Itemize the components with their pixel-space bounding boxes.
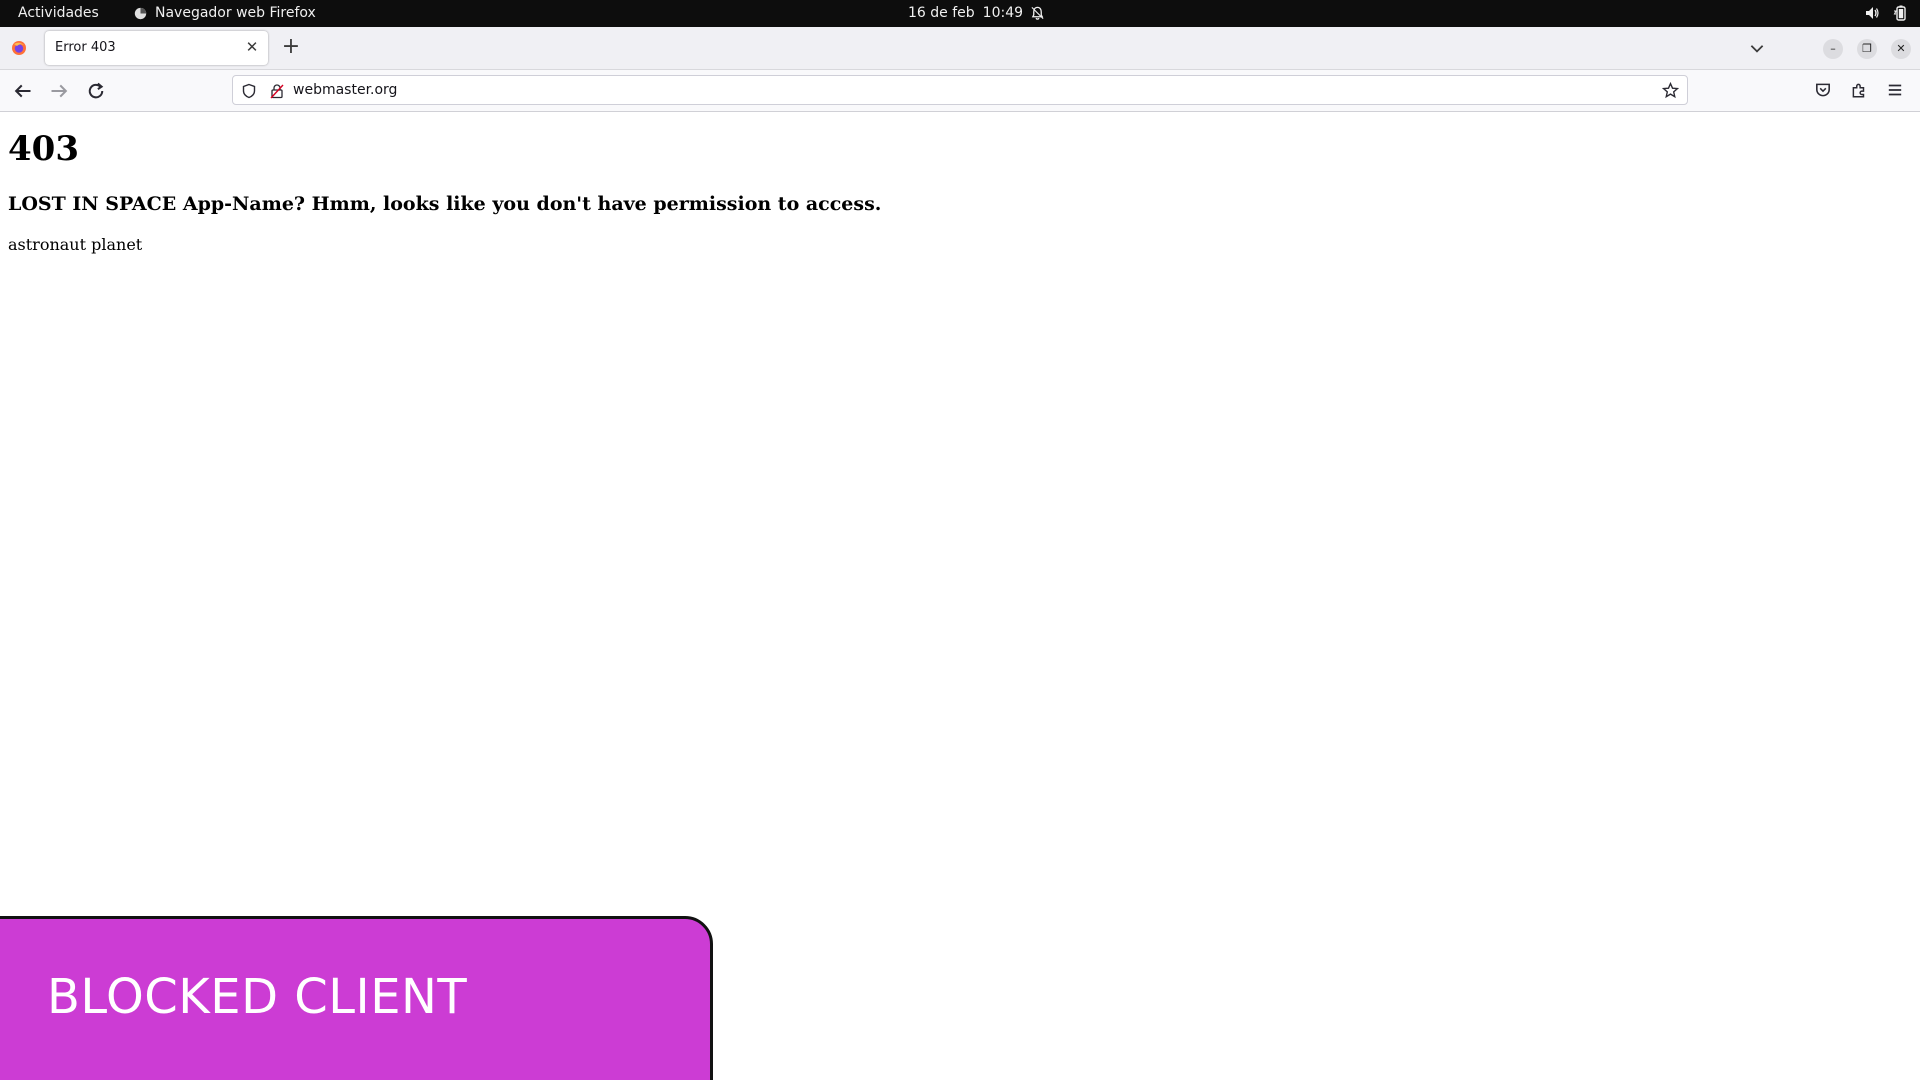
extensions-puzzle-icon[interactable] — [1850, 81, 1868, 99]
bookmark-star-icon[interactable] — [1662, 82, 1679, 99]
clock-date: 16 de feb — [908, 5, 975, 21]
tab-title: Error 403 — [55, 40, 116, 55]
address-bar[interactable]: webmaster.org — [232, 75, 1688, 105]
list-all-tabs-chevron-icon[interactable] — [1748, 39, 1766, 57]
app-menu-label: Navegador web Firefox — [155, 5, 316, 21]
clock-time: 10:49 — [982, 5, 1024, 21]
page-content: 403 LOST IN SPACE App-Name? Hmm, looks l… — [0, 112, 1920, 1080]
close-window-icon[interactable]: ✕ — [1891, 39, 1911, 59]
new-tab-icon[interactable]: + — [280, 36, 302, 58]
app-menu[interactable]: Navegador web Firefox — [134, 5, 316, 21]
tab-strip: Error 403 ✕ + – ❐ ✕ — [0, 27, 1920, 70]
blocked-client-label: BLOCKED CLIENT — [47, 969, 468, 1025]
insecure-lock-icon[interactable] — [269, 83, 285, 99]
clock[interactable]: 16 de feb 10:49 — [908, 5, 1023, 21]
restore-window-icon[interactable]: ❐ — [1857, 39, 1877, 59]
system-top-bar: Actividades Navegador web Firefox 16 de … — [0, 0, 1920, 27]
error-message: LOST IN SPACE App-Name? Hmm, looks like … — [8, 193, 882, 215]
minimize-window-icon[interactable]: – — [1823, 39, 1843, 59]
notification-bell-icon[interactable] — [1030, 5, 1045, 21]
firefox-view-icon[interactable] — [11, 40, 27, 56]
broken-image-alt-text: astronaut planet — [8, 235, 143, 254]
application-menu-icon[interactable] — [1886, 81, 1904, 99]
navigation-toolbar: webmaster.org — [0, 70, 1920, 112]
tracking-protection-shield-icon[interactable] — [241, 83, 257, 99]
tab-close-icon[interactable]: ✕ — [244, 39, 260, 55]
url-text[interactable]: webmaster.org — [293, 82, 397, 98]
pocket-icon[interactable] — [1814, 81, 1832, 99]
tab-error-403[interactable]: Error 403 ✕ — [45, 31, 268, 65]
system-tray[interactable] — [1864, 5, 1908, 21]
error-code-heading: 403 — [8, 129, 79, 169]
back-arrow-icon[interactable] — [13, 81, 33, 101]
forward-arrow-icon[interactable] — [49, 81, 69, 101]
firefox-app-icon — [134, 7, 147, 19]
activities-button[interactable]: Actividades — [18, 5, 99, 21]
reload-icon[interactable] — [86, 81, 106, 101]
battery-icon[interactable] — [1892, 5, 1908, 21]
volume-icon[interactable] — [1864, 5, 1880, 21]
blocked-client-banner: BLOCKED CLIENT — [0, 916, 713, 1080]
